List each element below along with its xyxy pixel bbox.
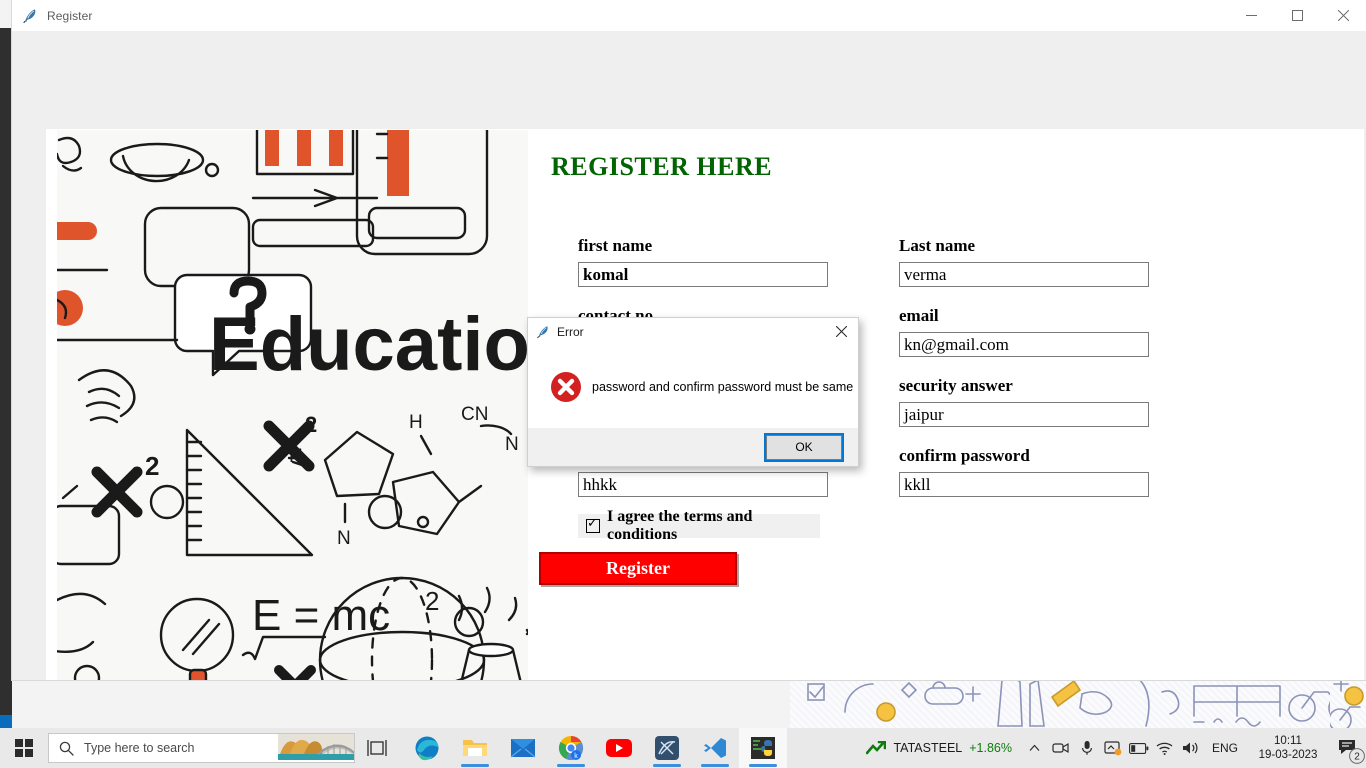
taskbar-item-mail[interactable] xyxy=(499,728,547,768)
taskbar-item-sketch-app[interactable] xyxy=(643,728,691,768)
start-button[interactable] xyxy=(0,728,48,768)
python-feather-icon xyxy=(23,8,36,23)
input-last-name[interactable]: verma xyxy=(899,262,1149,287)
register-button[interactable]: Register xyxy=(539,552,737,585)
volume-icon[interactable] xyxy=(1178,728,1204,768)
taskbar-item-vscode[interactable] xyxy=(691,728,739,768)
minimize-button[interactable] xyxy=(1228,0,1274,31)
meet-now-icon[interactable] xyxy=(1048,728,1074,768)
education-illustration: Educatio 2 2 H N H CN N E = mc 2 xyxy=(57,130,528,680)
task-view-icon[interactable] xyxy=(355,728,399,768)
svg-text:2: 2 xyxy=(305,412,317,437)
trending-up-icon xyxy=(866,741,887,755)
svg-text:k: k xyxy=(574,753,578,760)
clock[interactable]: 10:11 19-03-2023 xyxy=(1246,728,1330,768)
search-icon xyxy=(59,741,74,756)
maximize-button[interactable] xyxy=(1274,0,1320,31)
taskbar-item-file-explorer[interactable] xyxy=(451,728,499,768)
svg-text:2: 2 xyxy=(1354,752,1360,763)
taskbar-item-python[interactable] xyxy=(739,728,787,768)
stock-widget[interactable]: TATASTEEL +1.86% xyxy=(856,728,1022,768)
wifi-icon[interactable] xyxy=(1152,728,1178,768)
input-security-answer[interactable]: jaipur xyxy=(899,402,1149,427)
svg-text:N: N xyxy=(505,434,519,455)
svg-text:N: N xyxy=(337,528,351,549)
language-indicator[interactable]: ENG xyxy=(1204,741,1246,755)
search-placeholder: Type here to search xyxy=(84,741,195,755)
svg-text:CN: CN xyxy=(461,404,488,425)
running-indicator xyxy=(701,764,729,767)
dialog-content: password and confirm password must be sa… xyxy=(528,345,858,428)
taskbar-item-edge[interactable] xyxy=(403,728,451,768)
svg-text:H: H xyxy=(289,446,303,467)
terms-checkbox-row[interactable]: I agree the terms and conditions xyxy=(578,508,820,543)
svg-text:H: H xyxy=(409,412,423,433)
battery-icon[interactable] xyxy=(1126,728,1152,768)
page-title: REGISTER HERE xyxy=(551,152,773,181)
window-title: Register xyxy=(47,8,93,23)
terms-label: I agree the terms and conditions xyxy=(607,508,753,543)
search-input[interactable]: Type here to search xyxy=(48,733,355,763)
dialog-close-icon[interactable] xyxy=(824,318,858,345)
notification-center-button[interactable]: 2 xyxy=(1330,728,1366,768)
input-confirm-password[interactable]: kkll xyxy=(899,472,1149,497)
taskbar-apps: k xyxy=(403,728,787,768)
svg-text:2: 2 xyxy=(145,451,159,481)
input-first-name[interactable]: komal xyxy=(578,262,828,287)
background-doodle-app xyxy=(790,672,1366,730)
running-indicator xyxy=(557,764,585,767)
dialog-titlebar: Error xyxy=(528,318,858,345)
screen: Register Educatio 2 2 H N H CN N E = mc … xyxy=(0,0,1366,768)
label-email: email xyxy=(899,306,939,325)
error-circle-x-icon xyxy=(551,371,581,402)
svg-text:Educatio: Educatio xyxy=(209,302,528,387)
taskbar: Type here to search k TATASTEEL +1.86% E… xyxy=(0,728,1366,768)
label-confirm-password: confirm password xyxy=(899,446,1030,465)
dialog-message: password and confirm password must be sa… xyxy=(592,379,854,394)
microphone-icon[interactable] xyxy=(1074,728,1100,768)
running-indicator xyxy=(653,764,681,767)
stock-symbol: TATASTEEL xyxy=(893,741,963,755)
input-password[interactable]: hhkk xyxy=(578,472,828,497)
svg-text:2: 2 xyxy=(425,586,439,616)
python-feather-icon xyxy=(537,325,548,338)
show-hidden-icons-chevron-icon[interactable] xyxy=(1022,728,1048,768)
svg-text:E = mc: E = mc xyxy=(252,591,390,640)
label-last-name: Last name xyxy=(899,236,976,255)
clock-date: 19-03-2023 xyxy=(1258,749,1318,761)
system-tray: TATASTEEL +1.86% ENG 10:11 19-03-2023 2 xyxy=(856,728,1366,768)
terms-checkbox[interactable] xyxy=(586,515,600,533)
window-titlebar: Register xyxy=(12,0,1366,32)
close-button[interactable] xyxy=(1320,0,1366,31)
dialog-title: Error xyxy=(557,324,584,339)
background-window-edge xyxy=(0,28,12,715)
search-highlight-thumbnail xyxy=(278,734,354,760)
stock-change: +1.86% xyxy=(969,741,1012,755)
error-dialog: Error password and confirm password must… xyxy=(527,317,859,467)
window-controls xyxy=(1228,0,1366,31)
taskbar-item-chrome[interactable]: k xyxy=(547,728,595,768)
dialog-footer: OK xyxy=(528,428,858,466)
running-indicator xyxy=(749,764,777,767)
notification-badge: 2 xyxy=(1349,748,1365,764)
input-email[interactable]: kn@gmail.com xyxy=(899,332,1149,357)
clock-time: 10:11 xyxy=(1274,735,1302,747)
onedrive-icon[interactable] xyxy=(1100,728,1126,768)
label-security-answer: security answer xyxy=(899,376,1013,395)
dialog-ok-button[interactable]: OK xyxy=(764,432,844,462)
label-first-name: first name xyxy=(578,236,653,255)
taskbar-item-youtube[interactable] xyxy=(595,728,643,768)
running-indicator xyxy=(461,764,489,767)
